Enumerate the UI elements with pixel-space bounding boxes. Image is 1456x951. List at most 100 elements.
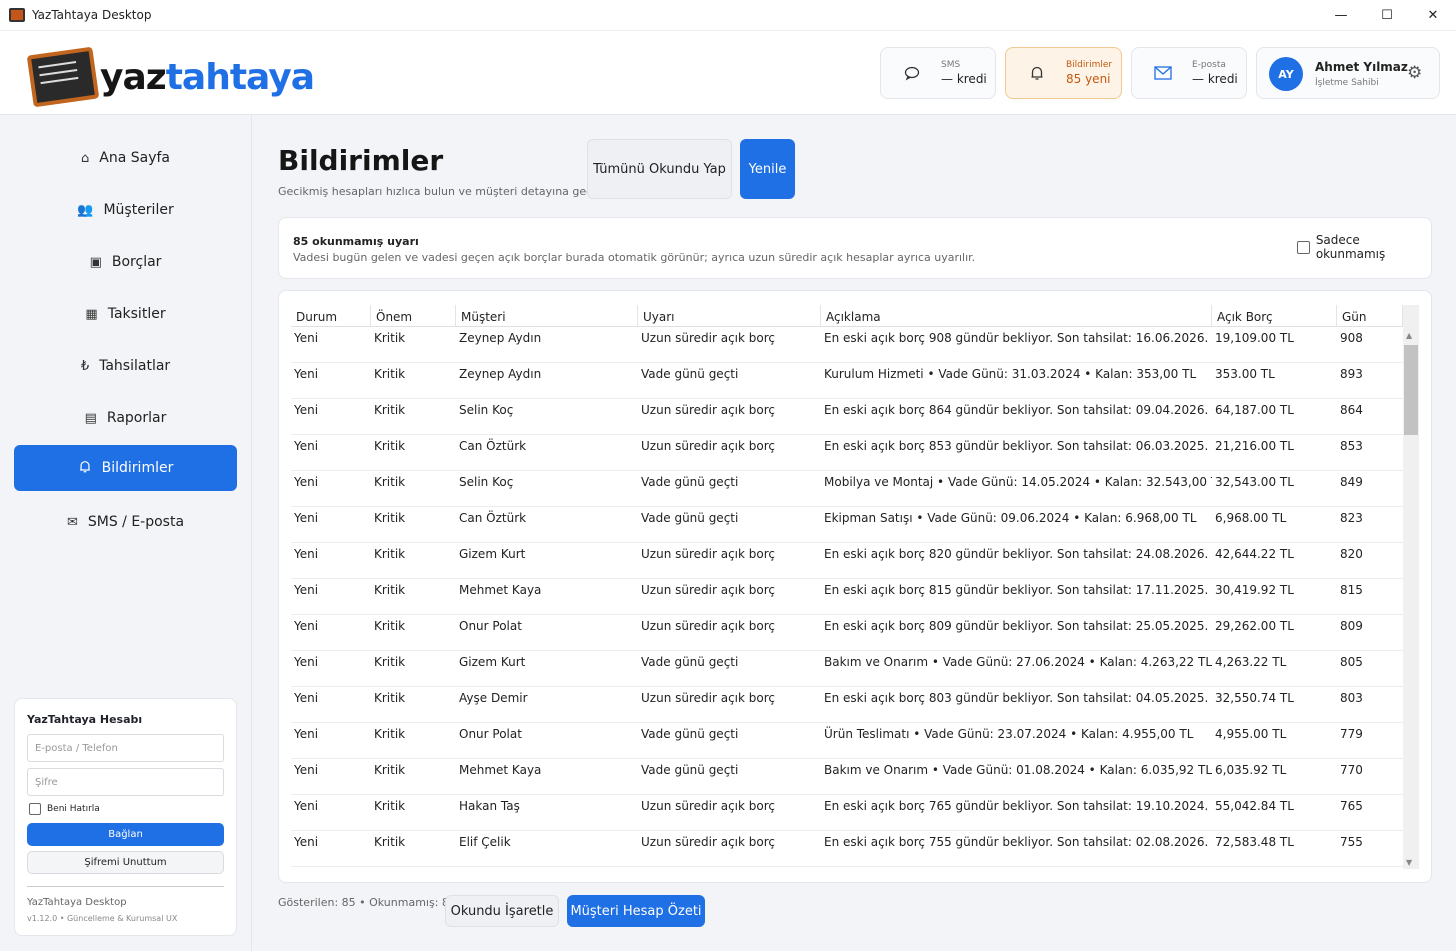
remember-me-checkbox[interactable]: Beni Hatırla <box>29 803 100 815</box>
table-cell: Yeni <box>294 619 319 633</box>
sidebar-item-debts[interactable]: ▣ Borçlar <box>14 239 237 285</box>
column-header[interactable]: Gün <box>1337 305 1403 327</box>
table-cell: Kritik <box>374 691 406 705</box>
table-cell: Kritik <box>374 367 406 381</box>
sidebar-item-reports[interactable]: ▤ Raporlar <box>14 395 237 441</box>
email-label: E-posta <box>1192 60 1226 70</box>
table-cell: Kritik <box>374 403 406 417</box>
table-row[interactable]: Yeni Kritik Elif Çelik Uzun süredir açık bo… <box>291 831 1403 867</box>
table-row[interactable]: Yeni Kritik Mehmet Kaya Uzun süredir açık b… <box>291 579 1403 615</box>
table-cell: Yeni <box>294 727 319 741</box>
table-cell: Ayşe Demir <box>459 691 528 705</box>
table-cell: 6,968.00 TL <box>1215 511 1287 525</box>
table-cell: Vade günü geçti <box>641 511 739 525</box>
table-cell: 32,550.74 TL <box>1215 691 1294 705</box>
table-cell: 805 <box>1340 655 1363 669</box>
table-cell: Bakım ve Onarım • Vade Günü: 01.08.2024 … <box>824 763 1212 777</box>
bell-icon <box>78 459 92 478</box>
table-cell: En eski açık borç 853 gündür bekliyor. S… <box>824 439 1209 453</box>
users-icon: 👥 <box>77 202 94 218</box>
window-controls: — ☐ ✕ <box>1318 0 1456 31</box>
gear-icon[interactable]: ⚙ <box>1407 63 1422 83</box>
table-cell: Zeynep Aydın <box>459 331 542 345</box>
table-cell: Kritik <box>374 835 406 849</box>
table-cell: Can Öztürk <box>459 439 527 453</box>
lira-icon: ₺ <box>80 358 90 374</box>
sidebar-item-home[interactable]: ⌂ Ana Sayfa <box>14 135 237 181</box>
app-icon <box>9 8 25 22</box>
table-cell: Yeni <box>294 403 319 417</box>
table-row[interactable]: Yeni Kritik Gizem Kurt Uzun süredir açık bo… <box>291 543 1403 579</box>
table-cell: 908 <box>1340 331 1363 345</box>
divider <box>27 886 224 887</box>
table-row[interactable]: Yeni Kritik Ayşe Demir Uzun süredir açık bo… <box>291 687 1403 723</box>
chat-bubble-icon <box>897 58 927 88</box>
table-cell: Mehmet Kaya <box>459 583 542 597</box>
column-header[interactable]: Önem <box>371 305 456 327</box>
table-row[interactable]: Yeni Kritik Can Öztürk Vade günü geçti Ekipm… <box>291 507 1403 543</box>
app-version: v1.12.0 • Güncelleme & Kurumsal UX <box>27 914 178 923</box>
notifications-card[interactable]: Bildirimler 85 yeni <box>1005 47 1122 99</box>
table-row[interactable]: Yeni Kritik Selin Koç Uzun süredir açık bor… <box>291 399 1403 435</box>
scroll-up-icon[interactable]: ▲ <box>1406 331 1412 340</box>
maximize-button[interactable]: ☐ <box>1364 0 1410 31</box>
table-body: Yeni Kritik Zeynep Aydın Uzun süredir açık … <box>291 327 1403 867</box>
table-cell: 809 <box>1340 619 1363 633</box>
close-button[interactable]: ✕ <box>1410 0 1456 31</box>
table-cell: Uzun süredir açık borç <box>641 583 775 597</box>
only-unread-checkbox[interactable]: Sadece okunmamış <box>1297 233 1431 261</box>
column-header[interactable]: Açıklama <box>821 305 1212 327</box>
vertical-scrollbar[interactable]: ▲ ▼ <box>1403 305 1419 869</box>
column-header[interactable]: Açık Borç <box>1212 305 1337 327</box>
table-cell: Can Öztürk <box>459 511 527 525</box>
scrollbar-thumb[interactable] <box>1404 345 1418 435</box>
table-cell: Elif Çelik <box>459 835 511 849</box>
table-row[interactable]: Yeni Kritik Zeynep Aydın Uzun süredir açık … <box>291 327 1403 363</box>
table-row[interactable]: Yeni Kritik Zeynep Aydın Vade günü geçti Kur… <box>291 363 1403 399</box>
column-header[interactable]: Müşteri <box>456 305 638 327</box>
table-cell: Kritik <box>374 331 406 345</box>
sidebar-item-label: Tahsilatlar <box>99 358 171 374</box>
table-row[interactable]: Yeni Kritik Hakan Taş Uzun süredir açık bor… <box>291 795 1403 831</box>
table-row[interactable]: Yeni Kritik Onur Polat Uzun süredir açık bo… <box>291 615 1403 651</box>
logo: yaztahtaya <box>26 46 315 108</box>
table-cell: En eski açık borç 765 gündür bekliyor. S… <box>824 799 1209 813</box>
mark-read-button[interactable]: Okundu İşaretle <box>445 895 559 927</box>
table-row[interactable]: Yeni Kritik Selin Koç Vade günü geçti Mobily… <box>291 471 1403 507</box>
sidebar-item-sms-email[interactable]: ✉ SMS / E-posta <box>14 499 237 545</box>
email-credit-card[interactable]: E-posta — kredi <box>1131 47 1247 99</box>
sidebar-item-installments[interactable]: ▦ Taksitler <box>14 291 237 337</box>
forgot-password-button[interactable]: Şifremi Unuttum <box>27 851 224 874</box>
customer-summary-button[interactable]: Müşteri Hesap Özeti <box>567 895 705 927</box>
table-row[interactable]: Yeni Kritik Onur Polat Vade günü geçti Ürün … <box>291 723 1403 759</box>
minimize-button[interactable]: — <box>1318 0 1364 31</box>
column-header[interactable]: Uyarı <box>638 305 821 327</box>
table-row[interactable]: Yeni Kritik Gizem Kurt Vade günü geçti Bakım… <box>291 651 1403 687</box>
password-input[interactable]: Şifre <box>27 768 224 796</box>
table-row[interactable]: Yeni Kritik Can Öztürk Uzun süredir açık bo… <box>291 435 1403 471</box>
table-cell: Uzun süredir açık borç <box>641 547 775 561</box>
scroll-down-icon[interactable]: ▼ <box>1406 858 1412 867</box>
column-header[interactable]: Durum <box>291 305 371 327</box>
table-cell: Hakan Taş <box>459 799 520 813</box>
mark-all-read-button[interactable]: Tümünü Okundu Yap <box>587 139 732 199</box>
debt-icon: ▣ <box>89 254 102 270</box>
title-bar: YazTahtaya Desktop — ☐ ✕ <box>0 0 1456 31</box>
refresh-button[interactable]: Yenile <box>740 139 795 199</box>
sidebar-item-collections[interactable]: ₺ Tahsilatlar <box>14 343 237 389</box>
sidebar-item-notifications[interactable]: Bildirimler <box>14 445 237 491</box>
table-row[interactable]: Yeni Kritik Mehmet Kaya Vade günü geçti Bakı… <box>291 759 1403 795</box>
checkbox-box[interactable] <box>29 803 41 815</box>
user-card[interactable]: AY Ahmet Yılmaz İşletme Sahibi ⚙ <box>1256 47 1440 99</box>
table-cell: 779 <box>1340 727 1363 741</box>
connect-button[interactable]: Bağlan <box>27 823 224 846</box>
email-phone-input[interactable]: E-posta / Telefon <box>27 734 224 762</box>
table-cell: 72,583.48 TL <box>1215 835 1294 849</box>
table-cell: 21,216.00 TL <box>1215 439 1294 453</box>
sms-credit-card[interactable]: SMS — kredi <box>880 47 996 99</box>
table-cell: Uzun süredir açık borç <box>641 835 775 849</box>
table-cell: Kritik <box>374 727 406 741</box>
table-cell: Vade günü geçti <box>641 763 739 777</box>
sidebar-item-customers[interactable]: 👥 Müşteriler <box>14 187 237 233</box>
checkbox-box[interactable] <box>1297 240 1310 254</box>
